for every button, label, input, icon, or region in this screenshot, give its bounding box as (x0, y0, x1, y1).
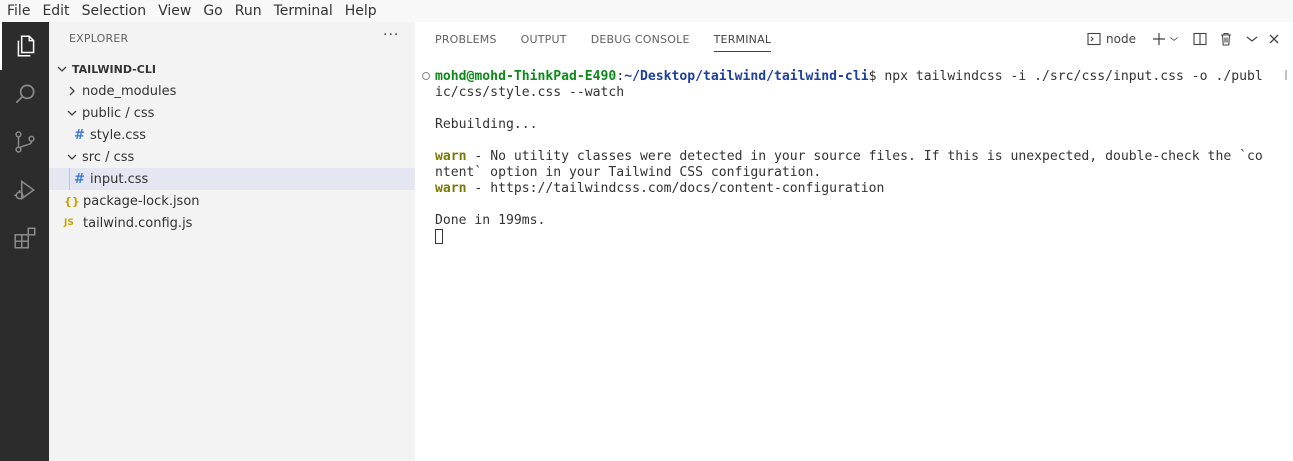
menu-view[interactable]: View (152, 0, 197, 22)
terminal-line: Rebuilding... (435, 117, 538, 132)
project-title: TAILWIND-CLI (72, 62, 156, 76)
tree-item-label: package-lock.json (83, 193, 200, 209)
terminal-line: Done in 199ms. (435, 213, 546, 228)
split-icon (1193, 32, 1207, 46)
menu-file[interactable]: File (0, 0, 36, 22)
menu-go[interactable]: Go (197, 0, 228, 22)
tab-problems[interactable]: PROBLEMS (435, 33, 497, 52)
new-terminal-button[interactable] (1152, 32, 1179, 46)
terminal-cursor (435, 229, 443, 244)
menu-help[interactable]: Help (339, 0, 383, 22)
menu-selection[interactable]: Selection (76, 0, 153, 22)
plus-icon (1153, 33, 1165, 45)
js-file-icon: JS (64, 218, 74, 228)
menu-terminal[interactable]: Terminal (268, 0, 339, 22)
chevron-down-icon[interactable] (1169, 34, 1179, 44)
command-decoration-icon (422, 72, 430, 80)
run-debug-icon (13, 179, 35, 201)
tree-item-label: input.css (90, 171, 149, 187)
activity-search[interactable] (0, 70, 49, 118)
chevron-down-icon (57, 66, 67, 72)
source-control-icon (14, 131, 35, 153)
trash-icon (1221, 32, 1231, 46)
menu-bar: File Edit Selection View Go Run Terminal… (0, 0, 1293, 22)
activity-run-debug[interactable] (0, 166, 49, 214)
terminal-line: mohd@mohd-ThinkPad-E490:~/Desktop/tailwi… (435, 69, 1280, 85)
terminal-output[interactable]: mohd@mohd-ThinkPad-E490:~/Desktop/tailwi… (422, 69, 1280, 245)
terminal-line: warn - No utility classes were detected … (435, 149, 1280, 165)
warn-text: - https://tailwindcss.com/docs/content-c… (466, 181, 885, 196)
prompt-path: ~/Desktop/tailwind/tailwind-cli (624, 69, 869, 84)
close-icon (1269, 34, 1279, 44)
activity-source-control[interactable] (0, 118, 49, 166)
warn-label: warn (435, 149, 467, 164)
warn-label: warn (435, 181, 467, 196)
tree-item-label: src / css (82, 149, 135, 165)
chevron-right-icon (69, 86, 75, 96)
maximize-panel-button[interactable] (1245, 32, 1259, 46)
tab-debug-console[interactable]: DEBUG CONSOLE (591, 33, 690, 52)
explorer-sidebar: EXPLORER ··· TAILWIND-CLI node_modules p… (49, 22, 415, 461)
tree-item-label: node_modules (82, 83, 177, 99)
tree-item-tailwind-config-js[interactable]: JS tailwind.config.js (49, 212, 415, 234)
json-file-icon: {} (64, 194, 80, 208)
tree-item-label: public / css (82, 105, 155, 121)
project-section[interactable]: TAILWIND-CLI (49, 58, 415, 80)
bottom-panel: PROBLEMS OUTPUT DEBUG CONSOLE TERMINAL n… (415, 22, 1293, 461)
tree-item-style-css[interactable]: # style.css (49, 124, 415, 146)
terminal-name: node (1106, 32, 1136, 46)
tree-item-package-lock-json[interactable]: {} package-lock.json (49, 190, 415, 212)
split-terminal-button[interactable] (1193, 32, 1207, 46)
close-panel-button[interactable] (1267, 32, 1281, 46)
menu-run[interactable]: Run (229, 0, 268, 22)
tree-item-public-css[interactable]: public / css (49, 102, 415, 124)
css-file-icon: # (74, 127, 85, 143)
terminal-line: warn - https://tailwindcss.com/docs/cont… (435, 181, 1280, 197)
tree-item-src-css[interactable]: src / css (49, 146, 415, 168)
tree-item-label: tailwind.config.js (83, 215, 193, 231)
activity-bar (0, 22, 49, 461)
chevron-down-icon (1246, 36, 1258, 42)
explorer-header: EXPLORER (69, 32, 129, 45)
activity-extensions[interactable] (0, 214, 49, 262)
css-file-icon: # (74, 171, 85, 187)
tree-item-node-modules[interactable]: node_modules (49, 80, 415, 102)
terminal-line: ic/css/style.css --watch (435, 85, 625, 100)
extensions-icon (13, 227, 36, 249)
prompt-command: $ npx tailwindcss -i ./src/css/input.css… (868, 69, 1263, 84)
activity-explorer[interactable] (0, 22, 49, 70)
tab-terminal[interactable]: TERMINAL (713, 33, 772, 52)
more-actions-icon[interactable]: ··· (383, 27, 399, 43)
explorer-icon (17, 35, 34, 57)
panel-tabs: PROBLEMS OUTPUT DEBUG CONSOLE TERMINAL (435, 33, 795, 52)
search-icon (15, 84, 35, 104)
tab-output[interactable]: OUTPUT (521, 33, 567, 52)
kill-terminal-button[interactable] (1219, 32, 1233, 46)
terminal-selector[interactable]: node (1087, 32, 1136, 46)
chevron-down-icon (67, 154, 77, 160)
terminal-line (435, 229, 1280, 245)
terminal-icon (1087, 32, 1101, 46)
panel-actions: node (1077, 32, 1281, 46)
tree-item-label: style.css (90, 127, 146, 143)
terminal-scrollbar[interactable] (1285, 70, 1287, 80)
warn-text: - No utility classes were detected in yo… (466, 149, 1263, 164)
prompt-user: mohd@mohd-ThinkPad-E490 (435, 69, 617, 84)
tree-item-input-css[interactable]: # input.css (49, 168, 415, 190)
terminal-line: ntent` option in your Tailwind CSS confi… (435, 165, 822, 180)
menu-edit[interactable]: Edit (36, 0, 75, 22)
chevron-down-icon (67, 110, 77, 116)
